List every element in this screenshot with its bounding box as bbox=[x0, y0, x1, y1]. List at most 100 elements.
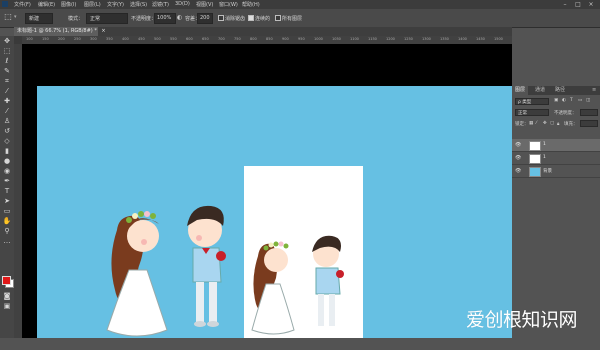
all-layers-checkbox[interactable] bbox=[275, 15, 281, 21]
couple-illustration-small[interactable] bbox=[244, 166, 363, 338]
lock-artboard-icon[interactable]: ▢ bbox=[550, 121, 554, 126]
rectangle-tool-icon[interactable]: ▭ bbox=[2, 207, 12, 216]
menu-view[interactable]: 视图(V) bbox=[196, 1, 213, 8]
all-layers-label: 所有图层 bbox=[282, 16, 303, 22]
new-selection-dropdown[interactable]: 新建 bbox=[25, 13, 53, 24]
opacity-input[interactable]: 100% bbox=[154, 13, 176, 24]
menu-edit[interactable]: 编辑(E) bbox=[38, 1, 55, 8]
vertical-ruler[interactable] bbox=[14, 44, 22, 338]
menu-layer[interactable]: 图层(L) bbox=[84, 1, 101, 8]
layer-filter-select[interactable]: ρ 类型 bbox=[515, 98, 549, 105]
new-selection-label: 新建 bbox=[29, 16, 40, 22]
ruler-tick: 900 bbox=[282, 37, 289, 41]
ruler-tick: 750 bbox=[234, 37, 241, 41]
path-select-tool-icon[interactable]: ➤ bbox=[2, 197, 12, 206]
screen-mode-icon[interactable]: ▣ bbox=[2, 302, 12, 311]
menu-bar: 文件(F) 编辑(E) 图像(I) 图层(L) 文字(Y) 选择(S) 滤镜(T… bbox=[0, 0, 600, 9]
visibility-eye-icon[interactable]: 👁︎ bbox=[515, 142, 521, 148]
tab-layers[interactable]: 图层 bbox=[512, 86, 529, 95]
quick-mask-icon[interactable]: ◙ bbox=[2, 292, 12, 301]
filter-shape-icon[interactable]: ▭ bbox=[578, 98, 582, 103]
menu-image[interactable]: 图像(I) bbox=[61, 1, 76, 8]
lock-all-icon[interactable]: 🔒︎ bbox=[557, 121, 559, 127]
layer-opacity-input[interactable] bbox=[580, 109, 598, 116]
pen-tool-icon[interactable]: ✒ bbox=[2, 177, 12, 186]
layer-thumbnail bbox=[529, 154, 541, 164]
minimize-icon[interactable]: – bbox=[560, 0, 570, 9]
menu-type[interactable]: 文字(Y) bbox=[107, 1, 124, 8]
ruler-corner[interactable] bbox=[14, 36, 22, 44]
menu-file[interactable]: 文件(F) bbox=[14, 1, 31, 8]
zoom-tool-icon[interactable]: ⚲ bbox=[2, 227, 12, 236]
eyedropper-tool-icon[interactable]: ⁄ bbox=[2, 87, 12, 96]
layer-name: 1 bbox=[543, 142, 546, 147]
blur-tool-icon[interactable]: ● bbox=[2, 157, 12, 166]
blend-mode-select[interactable]: 正常 bbox=[515, 109, 549, 116]
lock-paint-icon[interactable]: ⁄ bbox=[536, 121, 537, 126]
move-tool-icon[interactable]: ✥ bbox=[2, 37, 12, 46]
visibility-eye-icon[interactable]: 👁︎ bbox=[515, 155, 521, 161]
crop-tool-icon[interactable]: ⌗ bbox=[2, 77, 12, 86]
menu-window[interactable]: 窗口(W) bbox=[219, 1, 238, 8]
marquee-tool-icon[interactable]: ⬚ bbox=[2, 47, 12, 56]
ruler-tick: 1450 bbox=[476, 37, 485, 41]
tab-channels[interactable]: 通道 bbox=[532, 86, 548, 95]
layer-row[interactable]: 👁︎ 1 bbox=[512, 139, 600, 152]
dodge-tool-icon[interactable]: ◉ bbox=[2, 167, 12, 176]
mode-label: 模式： bbox=[68, 16, 84, 22]
ruler-tick: 700 bbox=[218, 37, 225, 41]
more-tools-icon[interactable]: … bbox=[2, 237, 12, 246]
opacity-pressure-icon[interactable]: ◐ bbox=[177, 14, 182, 21]
ruler-tick: 950 bbox=[298, 37, 305, 41]
layer-thumbnail bbox=[529, 141, 541, 151]
layer-thumbnail bbox=[529, 167, 541, 177]
healing-tool-icon[interactable]: ✚ bbox=[2, 97, 12, 106]
fill-input[interactable] bbox=[580, 120, 598, 127]
foreground-color-swatch[interactable] bbox=[2, 276, 11, 285]
layer-row[interactable]: 👁︎ 背景 bbox=[512, 165, 600, 178]
placed-image[interactable] bbox=[244, 166, 363, 338]
antialias-checkbox[interactable] bbox=[218, 15, 224, 21]
ruler-tick: 1100 bbox=[350, 37, 359, 41]
filter-adjust-icon[interactable]: ◐ bbox=[562, 98, 566, 103]
stamp-tool-icon[interactable]: ♙ bbox=[2, 117, 12, 126]
hand-tool-icon[interactable]: ✋ bbox=[2, 217, 12, 226]
lasso-tool-icon[interactable]: ℓ bbox=[2, 57, 12, 66]
eraser-tool-icon[interactable]: ◇ bbox=[2, 137, 12, 146]
contiguous-checkbox[interactable] bbox=[248, 15, 254, 21]
menu-3d[interactable]: 3D(D) bbox=[175, 1, 190, 7]
layer-row[interactable]: 👁︎ 1 bbox=[512, 152, 600, 165]
history-brush-icon[interactable]: ↺ bbox=[2, 127, 12, 136]
ruler-tick: 400 bbox=[122, 37, 129, 41]
brush-tool-icon[interactable]: ⁄ bbox=[2, 107, 12, 116]
selection-brush-icon[interactable]: ⬚ bbox=[3, 12, 13, 22]
watermark: 爱创根知识网 bbox=[466, 309, 578, 331]
gradient-tool-icon[interactable]: ▮ bbox=[2, 147, 12, 156]
close-tab-icon[interactable]: × bbox=[101, 28, 105, 34]
mode-select[interactable]: 正常 bbox=[86, 13, 128, 24]
tab-paths[interactable]: 路径 bbox=[552, 86, 568, 95]
visibility-eye-icon[interactable]: 👁︎ bbox=[515, 168, 521, 174]
ruler-tick: 1400 bbox=[458, 37, 467, 41]
tolerance-input[interactable]: 200 bbox=[197, 13, 213, 24]
close-window-icon[interactable]: × bbox=[586, 0, 596, 9]
menu-help[interactable]: 帮助(H) bbox=[242, 1, 260, 8]
quick-select-tool-icon[interactable]: ✎ bbox=[2, 67, 12, 76]
ruler-tick: 1150 bbox=[368, 37, 377, 41]
lock-pixels-icon[interactable]: ▦ bbox=[529, 121, 533, 126]
filter-pixel-icon[interactable]: ▣ bbox=[554, 98, 558, 103]
filter-smart-icon[interactable]: ◫ bbox=[586, 98, 590, 103]
type-tool-icon[interactable]: T bbox=[2, 187, 12, 196]
menu-select[interactable]: 选择(S) bbox=[130, 1, 147, 8]
lock-position-icon[interactable]: ✥ bbox=[543, 121, 547, 126]
tools-panel: ✥ ⬚ ℓ ✎ ⌗ ⁄ ✚ ⁄ ♙ ↺ ◇ ▮ ● ◉ ✒ T ➤ ▭ ✋ ⚲ … bbox=[0, 36, 14, 338]
menu-filter[interactable]: 滤镜(T) bbox=[152, 1, 169, 8]
document-tab[interactable]: 未标题-1 @ 66.7% (1, RGB/8#) * × bbox=[14, 27, 106, 36]
filter-type-icon[interactable]: T bbox=[570, 98, 573, 103]
maximize-icon[interactable]: □ bbox=[573, 0, 583, 9]
panel-menu-icon[interactable]: ≡ bbox=[592, 87, 596, 93]
ruler-tick: 850 bbox=[266, 37, 273, 41]
tool-preset-dropdown-icon[interactable]: ▾ bbox=[14, 14, 17, 20]
horizontal-ruler[interactable]: 100 150 200 250 300 350 400 450 500 550 … bbox=[22, 36, 512, 44]
ps-logo-icon[interactable] bbox=[2, 1, 8, 7]
